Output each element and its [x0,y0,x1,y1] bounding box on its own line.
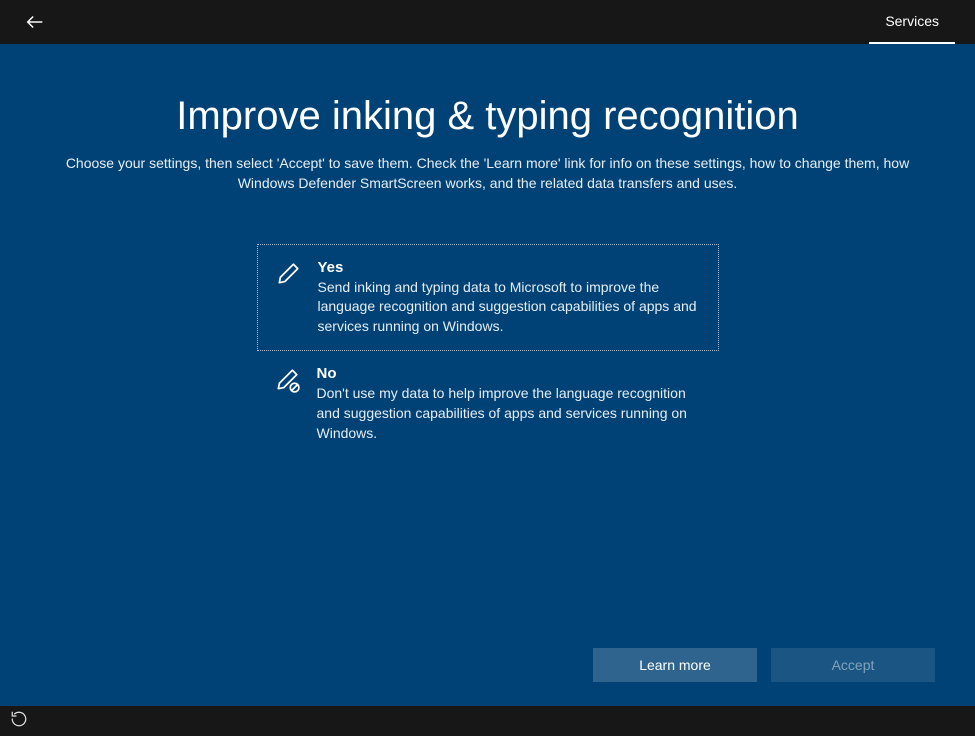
accept-button[interactable]: Accept [771,648,935,682]
option-no-title: No [317,365,703,382]
option-no[interactable]: No Don't use my data to help improve the… [257,351,719,457]
options-group: Yes Send inking and typing data to Micro… [257,244,719,458]
footer-buttons: Learn more Accept [593,648,935,682]
ease-of-access-button[interactable] [10,710,28,733]
page-title: Improve inking & typing recognition [40,94,935,139]
pen-icon [274,259,302,337]
back-arrow-icon [24,11,46,33]
page-subtitle: Choose your settings, then select 'Accep… [48,153,928,194]
ease-of-access-icon [10,710,28,728]
tab-services[interactable]: Services [869,0,955,44]
tab-area: Services [869,0,955,44]
back-button[interactable] [24,11,46,33]
top-bar: Services [0,0,975,44]
option-yes-title: Yes [318,259,702,276]
option-yes-desc: Send inking and typing data to Microsoft… [318,278,702,337]
option-yes[interactable]: Yes Send inking and typing data to Micro… [257,244,719,352]
main-panel: Improve inking & typing recognition Choo… [0,44,975,706]
bottom-bar [0,706,975,736]
option-no-desc: Don't use my data to help improve the la… [317,384,703,443]
pen-blocked-icon [273,365,301,443]
learn-more-button[interactable]: Learn more [593,648,757,682]
